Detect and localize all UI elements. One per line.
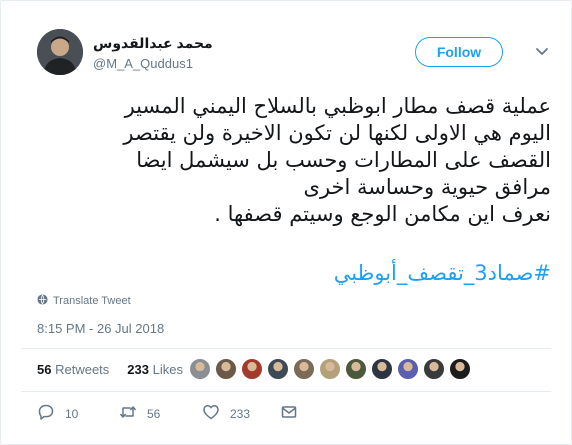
retweet-icon	[119, 403, 137, 424]
retweets-count: 56	[37, 362, 52, 377]
tweet-line: نعرف اين مكامن الوجع وسيتم قصفها .	[214, 202, 551, 226]
tweet-line: مرافق حيوية وحساسة اخرى	[303, 175, 551, 199]
translate-label: Translate Tweet	[53, 295, 131, 307]
tweet-line: القصف على المطارات وحسب بل سيشمل ايضا	[136, 148, 551, 172]
liker-avatar[interactable]	[293, 358, 315, 380]
liker-avatar[interactable]	[449, 358, 471, 380]
liker-avatar[interactable]	[397, 358, 419, 380]
liker-avatar[interactable]	[241, 358, 263, 380]
retweet-button[interactable]: 56	[119, 403, 202, 424]
tweet-card: محمد عبدالقدوس @M_A_Quddus1 Follow عملية…	[0, 0, 572, 445]
envelope-icon	[280, 403, 298, 424]
globe-icon	[37, 294, 48, 308]
tweet-timestamp[interactable]: 8:15 PM - 26 Jul 2018	[37, 321, 164, 336]
direct-message-button[interactable]	[280, 403, 298, 424]
chevron-down-icon[interactable]	[533, 43, 551, 61]
heart-icon	[202, 403, 220, 424]
liker-avatar[interactable]	[319, 358, 341, 380]
translate-tweet-link[interactable]: Translate Tweet	[37, 294, 131, 308]
liker-avatar[interactable]	[423, 358, 445, 380]
like-count: 233	[230, 406, 251, 421]
hashtag-link[interactable]: #صماد3_تقصف_أبوظبي	[21, 259, 551, 287]
divider	[21, 348, 551, 349]
liker-avatar[interactable]	[267, 358, 289, 380]
user-handle[interactable]: @M_A_Quddus1	[93, 56, 193, 71]
avatar[interactable]	[37, 29, 83, 75]
engagement-stats: 56 Retweets 233 Likes	[37, 362, 183, 377]
liker-avatar[interactable]	[215, 358, 237, 380]
retweets-label: Retweets	[55, 362, 110, 377]
reply-button[interactable]: 10	[37, 403, 119, 424]
tweet-actions: 10 56 233	[37, 403, 298, 424]
likes-stat[interactable]: 233 Likes	[127, 362, 183, 377]
liker-avatars	[189, 358, 471, 380]
tweet-header: محمد عبدالقدوس @M_A_Quddus1 Follow	[37, 29, 557, 77]
tweet-text: عملية قصف مطار ابوظبي بالسلاح اليمني الم…	[21, 93, 551, 228]
liker-avatar[interactable]	[345, 358, 367, 380]
liker-avatar[interactable]	[371, 358, 393, 380]
liker-avatar[interactable]	[189, 358, 211, 380]
likes-count: 233	[127, 362, 149, 377]
retweet-count: 56	[147, 406, 161, 421]
reply-icon	[37, 403, 55, 424]
tweet-line: عملية قصف مطار ابوظبي بالسلاح اليمني الم…	[124, 94, 551, 118]
divider	[21, 391, 551, 392]
user-name[interactable]: محمد عبدالقدوس	[93, 35, 213, 52]
retweets-stat[interactable]: 56 Retweets	[37, 362, 109, 377]
reply-count: 10	[65, 406, 79, 421]
follow-button[interactable]: Follow	[415, 37, 503, 67]
likes-label: Likes	[152, 362, 183, 377]
tweet-line: اليوم هي الاولى لكنها لن تكون الاخيرة ول…	[123, 121, 551, 145]
like-button[interactable]: 233	[202, 403, 280, 424]
